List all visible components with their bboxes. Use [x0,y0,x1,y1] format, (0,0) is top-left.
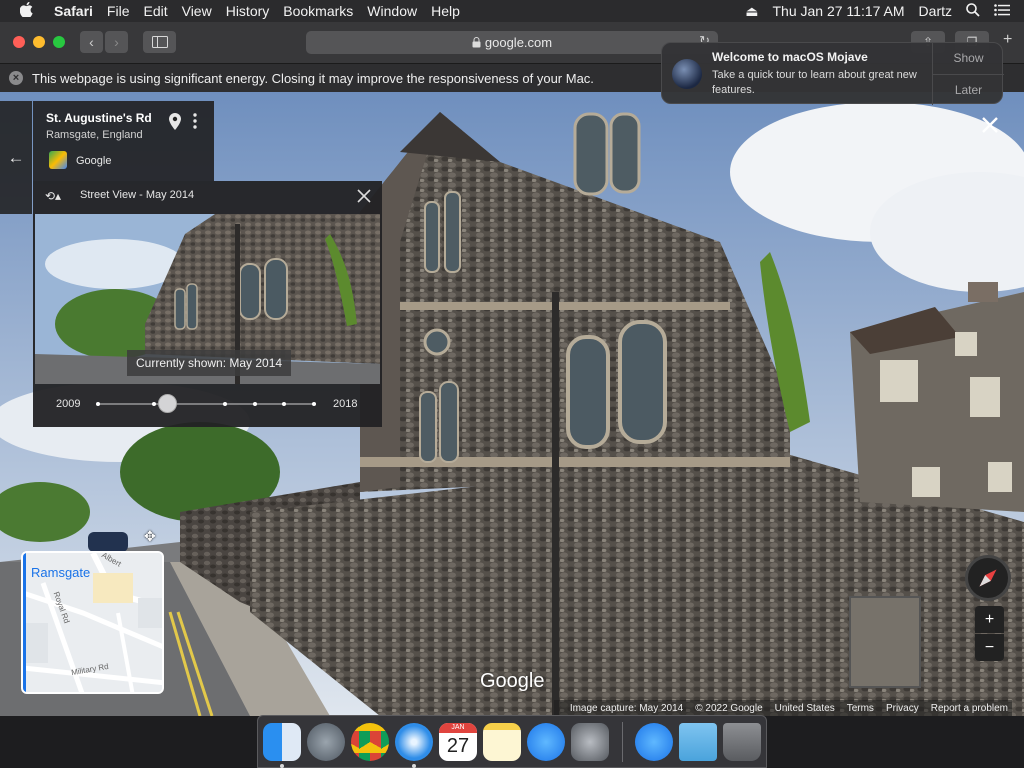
time-machine-preview[interactable]: Currently shown: May 2014 [35,214,380,384]
sidebar-icon [151,36,168,48]
timeline-dot[interactable] [152,402,156,406]
menu-app-safari[interactable]: Safari [54,3,93,19]
safari-icon[interactable] [395,723,433,761]
minus-icon: − [984,638,995,656]
source-label: Google [76,155,112,167]
dock-separator [622,722,623,762]
time-machine-close-button[interactable] [355,187,373,205]
timeline-dot[interactable] [96,402,100,406]
timeline-track[interactable] [96,394,316,413]
arrow-left-icon: ← [7,147,25,167]
close-icon [357,189,371,203]
plus-icon: + [984,610,995,628]
privacy-link[interactable]: Privacy [886,703,919,714]
app-store-download-icon[interactable] [635,723,673,761]
menu-window[interactable]: Window [367,3,417,19]
move-cursor-icon: ✥ [144,528,156,544]
eject-icon[interactable]: ⏏ [745,3,758,20]
dock: JAN 27 [257,715,767,768]
notification-body: Take a quick tour to learn about great n… [712,69,917,96]
timeline-dot[interactable] [282,402,286,406]
finder-icon[interactable] [263,723,301,761]
back-to-map-button[interactable]: ← [0,101,32,214]
history-clock-icon[interactable]: ⟲▴ [45,189,61,203]
notification-show-button[interactable]: Show [933,43,1004,73]
report-problem-link[interactable]: Report a problem [931,703,1008,714]
downloads-folder-icon[interactable] [679,723,717,761]
macos-mojave-icon [672,59,702,89]
minimap[interactable]: Ramsgate Royal Rd Military Rd Albert [21,551,164,694]
street-name: St. Augustine's Rd [46,111,152,125]
menu-bookmarks[interactable]: Bookmarks [283,3,353,19]
notification-title: Welcome to macOS Mojave [712,50,868,64]
app-store-icon[interactable] [527,723,565,761]
launchpad-icon[interactable] [307,723,345,761]
timeline-start-year: 2009 [56,398,81,410]
zoom-in-button[interactable]: + [975,606,1004,633]
notification-banner[interactable]: Welcome to macOS Mojave Take a quick tou… [661,42,1004,105]
calendar-icon[interactable]: JAN 27 [439,723,477,761]
menu-clock[interactable]: Thu Jan 27 11:17 AM [772,3,904,19]
timeline-dot[interactable] [253,402,257,406]
back-button[interactable]: ‹ [80,31,103,53]
close-street-view-button[interactable] [979,114,1001,136]
sidebar-toggle-button[interactable] [143,31,176,53]
spotlight-search-icon[interactable] [966,2,980,20]
menu-file[interactable]: File [107,3,130,19]
menu-help[interactable]: Help [431,3,460,19]
google-maps-icon [49,151,67,169]
window-zoom-button[interactable] [53,36,65,48]
calendar-day: 27 [446,735,470,757]
more-options-icon[interactable] [193,113,197,134]
address-bar[interactable]: google.com ↻ [306,31,718,54]
window-minimize-button[interactable] [33,36,45,48]
calendar-month: JAN [439,723,477,733]
currently-shown-label: Currently shown: May 2014 [127,350,292,376]
compass-icon [979,569,997,587]
zoom-out-button[interactable]: − [975,634,1004,661]
google-watermark: Google [480,670,545,692]
url-text: google.com [484,35,553,50]
energy-warning-text: This webpage is using significant energy… [32,70,594,86]
address-card: St. Augustine's Rd Ramsgate, England Goo… [33,101,214,181]
notification-later-button[interactable]: Later [933,75,1004,105]
location-pin-icon[interactable] [169,113,181,135]
image-capture-date: Image capture: May 2014 [569,702,684,714]
close-icon [982,117,998,133]
trash-icon[interactable] [723,723,761,761]
chrome-icon[interactable] [351,723,389,761]
running-indicator [412,764,416,768]
timeline-dot[interactable] [223,402,227,406]
forward-button[interactable]: › [105,31,128,53]
close-icon[interactable]: × [9,71,23,85]
new-tab-button[interactable]: + [1003,31,1012,49]
timeline-end-year: 2018 [333,398,358,410]
notification-center-icon[interactable] [994,3,1010,19]
chevron-right-icon: › [114,34,119,50]
terms-link[interactable]: Terms [847,703,874,714]
menu-user[interactable]: Dartz [919,3,952,19]
compass-button[interactable] [965,555,1011,601]
locality-text: Ramsgate, England [46,129,143,141]
timeline-dot[interactable] [312,402,316,406]
lock-icon [472,37,481,48]
menu-view[interactable]: View [182,3,212,19]
map-credits-bar: Image capture: May 2014 © 2022 Google Un… [553,700,1012,716]
menu-bar: Safari File Edit View History Bookmarks … [0,0,1024,22]
running-indicator [280,764,284,768]
timeline-slider-handle[interactable] [158,394,178,413]
menu-edit[interactable]: Edit [143,3,167,19]
region-link[interactable]: United States [775,703,835,714]
window-close-button[interactable] [13,36,25,48]
minimap-town-label: Ramsgate [31,565,91,580]
time-machine-title: Street View - May 2014 [80,189,195,201]
system-preferences-icon[interactable] [571,723,609,761]
time-machine-panel: ⟲▴ Street View - May 2014 Currently show… [33,181,382,427]
apple-logo-icon[interactable] [19,1,42,21]
menu-history[interactable]: History [226,3,270,19]
notes-icon[interactable] [483,723,521,761]
copyright-text: © 2022 Google [695,702,763,714]
chevron-left-icon: ‹ [89,34,94,50]
